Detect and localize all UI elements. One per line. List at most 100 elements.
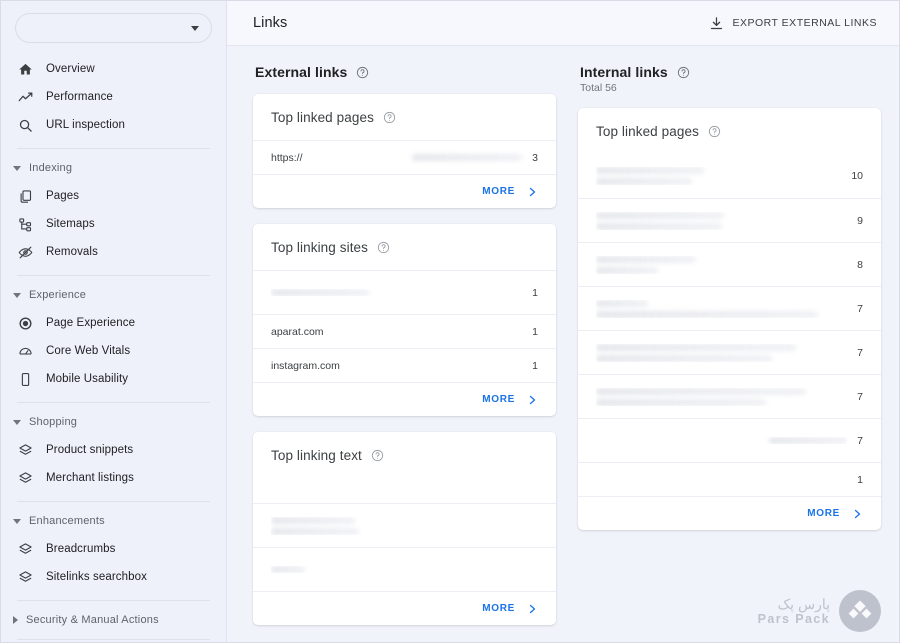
row-value: 9 [857, 214, 863, 227]
table-row[interactable]: 1 [578, 462, 881, 496]
table-row[interactable] [253, 547, 556, 591]
sidebar-item-overview[interactable]: Overview [1, 55, 226, 83]
table-row[interactable] [253, 478, 556, 503]
sidebar-item-mobile-usability[interactable]: Mobile Usability [1, 365, 226, 393]
table-row[interactable]: aparat.com 1 [253, 314, 556, 348]
external-links-title: External links [255, 64, 348, 80]
row-value: 1 [532, 325, 538, 338]
redacted-url [596, 387, 806, 395]
help-circle-icon[interactable] [371, 449, 384, 462]
table-row[interactable]: 8 [578, 242, 881, 286]
sidebar-section-security-manual-actions[interactable]: Security & Manual Actions [1, 608, 226, 632]
sitemap-icon [17, 216, 33, 232]
sidebar-item-label: Removals [46, 246, 98, 258]
sidebar-item-pages[interactable]: Pages [1, 182, 226, 210]
sidebar-item-label: Merchant listings [46, 472, 134, 484]
sidebar-item-label: Product snippets [46, 444, 134, 456]
row-label [596, 255, 847, 274]
row-label [596, 387, 847, 406]
sidebar-item-sitelinks-searchbox[interactable]: Sitelinks searchbox [1, 563, 226, 591]
more-button[interactable]: MORE [578, 496, 881, 530]
help-circle-icon[interactable] [356, 66, 369, 79]
sidebar-section-enhancements[interactable]: Enhancements [1, 509, 226, 533]
sidebar-group-enhancements: Breadcrumbs Sitelinks searchbox [1, 533, 226, 593]
trending-up-icon [17, 89, 33, 105]
sidebar-section-label: Enhancements [29, 515, 105, 527]
redacted-url [596, 266, 658, 274]
chevron-down-icon [13, 419, 21, 425]
sidebar-item-url-inspection[interactable]: URL inspection [1, 111, 226, 139]
sidebar-item-sitemaps[interactable]: Sitemaps [1, 210, 226, 238]
more-button[interactable]: MORE [253, 174, 556, 208]
row-value: 7 [857, 390, 863, 403]
sidebar-divider [17, 501, 210, 502]
redacted-url [596, 255, 696, 263]
table-row[interactable]: 10 [578, 154, 881, 198]
sidebar-item-core-web-vitals[interactable]: Core Web Vitals [1, 337, 226, 365]
redacted-url [596, 354, 772, 362]
sidebar-item-product-snippets[interactable]: Product snippets [1, 436, 226, 464]
help-circle-icon[interactable] [677, 66, 690, 79]
more-label: MORE [807, 508, 840, 519]
help-circle-icon[interactable] [708, 125, 721, 138]
table-row[interactable]: 1 [253, 270, 556, 314]
table-row[interactable]: 9 [578, 198, 881, 242]
help-circle-icon[interactable] [383, 111, 396, 124]
row-value: 1 [532, 286, 538, 299]
page-title: Links [253, 15, 288, 31]
sidebar: Overview Performance URL inspection Inde… [1, 1, 227, 642]
eye-off-icon [17, 244, 33, 260]
sidebar-item-removals[interactable]: Removals [1, 238, 226, 266]
row-value: 7 [857, 434, 863, 447]
table-row[interactable]: 7 [578, 286, 881, 330]
row-label [271, 516, 528, 535]
redacted-url [596, 299, 648, 307]
sidebar-item-page-experience[interactable]: Page Experience [1, 309, 226, 337]
row-label [596, 167, 841, 185]
internal-links-header: Internal links Total 56 [578, 64, 881, 94]
redacted-site [271, 289, 369, 296]
sidebar-item-merchant-listings[interactable]: Merchant listings [1, 464, 226, 492]
table-row[interactable]: https:// 3 [253, 140, 556, 174]
internal-links-total: Total 56 [580, 82, 617, 94]
home-icon [17, 61, 33, 77]
sidebar-divider [17, 402, 210, 403]
external-links-column: External links Top linked pages https://… [253, 64, 556, 642]
table-row[interactable]: 7 [578, 418, 881, 462]
sidebar-section-label: Shopping [29, 416, 78, 428]
watermark-text: پارس پک Pars Pack [758, 596, 830, 626]
redacted-url [596, 178, 692, 185]
card-header: Top linking sites [253, 224, 556, 270]
sidebar-item-performance[interactable]: Performance [1, 83, 226, 111]
redacted-url [769, 437, 848, 444]
help-circle-icon[interactable] [377, 241, 390, 254]
mobile-icon [17, 371, 33, 387]
card-title: Top linked pages [596, 123, 699, 139]
row-label: instagram.com [271, 359, 340, 372]
table-row[interactable]: instagram.com 1 [253, 348, 556, 382]
sidebar-section-indexing[interactable]: Indexing [1, 156, 226, 180]
redacted-url [596, 167, 704, 174]
row-value: 10 [851, 170, 863, 182]
more-button[interactable]: MORE [253, 382, 556, 416]
chevron-down-icon [13, 518, 21, 524]
export-external-links-button[interactable]: EXPORT EXTERNAL LINKS [701, 11, 885, 36]
sidebar-section-label: Experience [29, 289, 87, 301]
table-row[interactable] [253, 503, 556, 547]
more-button[interactable]: MORE [253, 591, 556, 625]
sidebar-item-breadcrumbs[interactable]: Breadcrumbs [1, 535, 226, 563]
row-label [596, 343, 847, 362]
table-row[interactable]: 7 [578, 330, 881, 374]
more-label: MORE [482, 186, 515, 197]
redacted-url [596, 343, 796, 351]
more-label: MORE [482, 603, 515, 614]
sidebar-item-label: Mobile Usability [46, 373, 129, 385]
sidebar-section-experience[interactable]: Experience [1, 283, 226, 307]
external-links-title-row: External links [255, 64, 556, 80]
sidebar-item-label: Core Web Vitals [46, 345, 131, 357]
card-title: Top linking text [271, 447, 362, 463]
table-row[interactable]: 7 [578, 374, 881, 418]
sidebar-section-shopping[interactable]: Shopping [1, 410, 226, 434]
property-selector[interactable] [15, 13, 212, 43]
search-console-links-page: Overview Performance URL inspection Inde… [0, 0, 900, 643]
